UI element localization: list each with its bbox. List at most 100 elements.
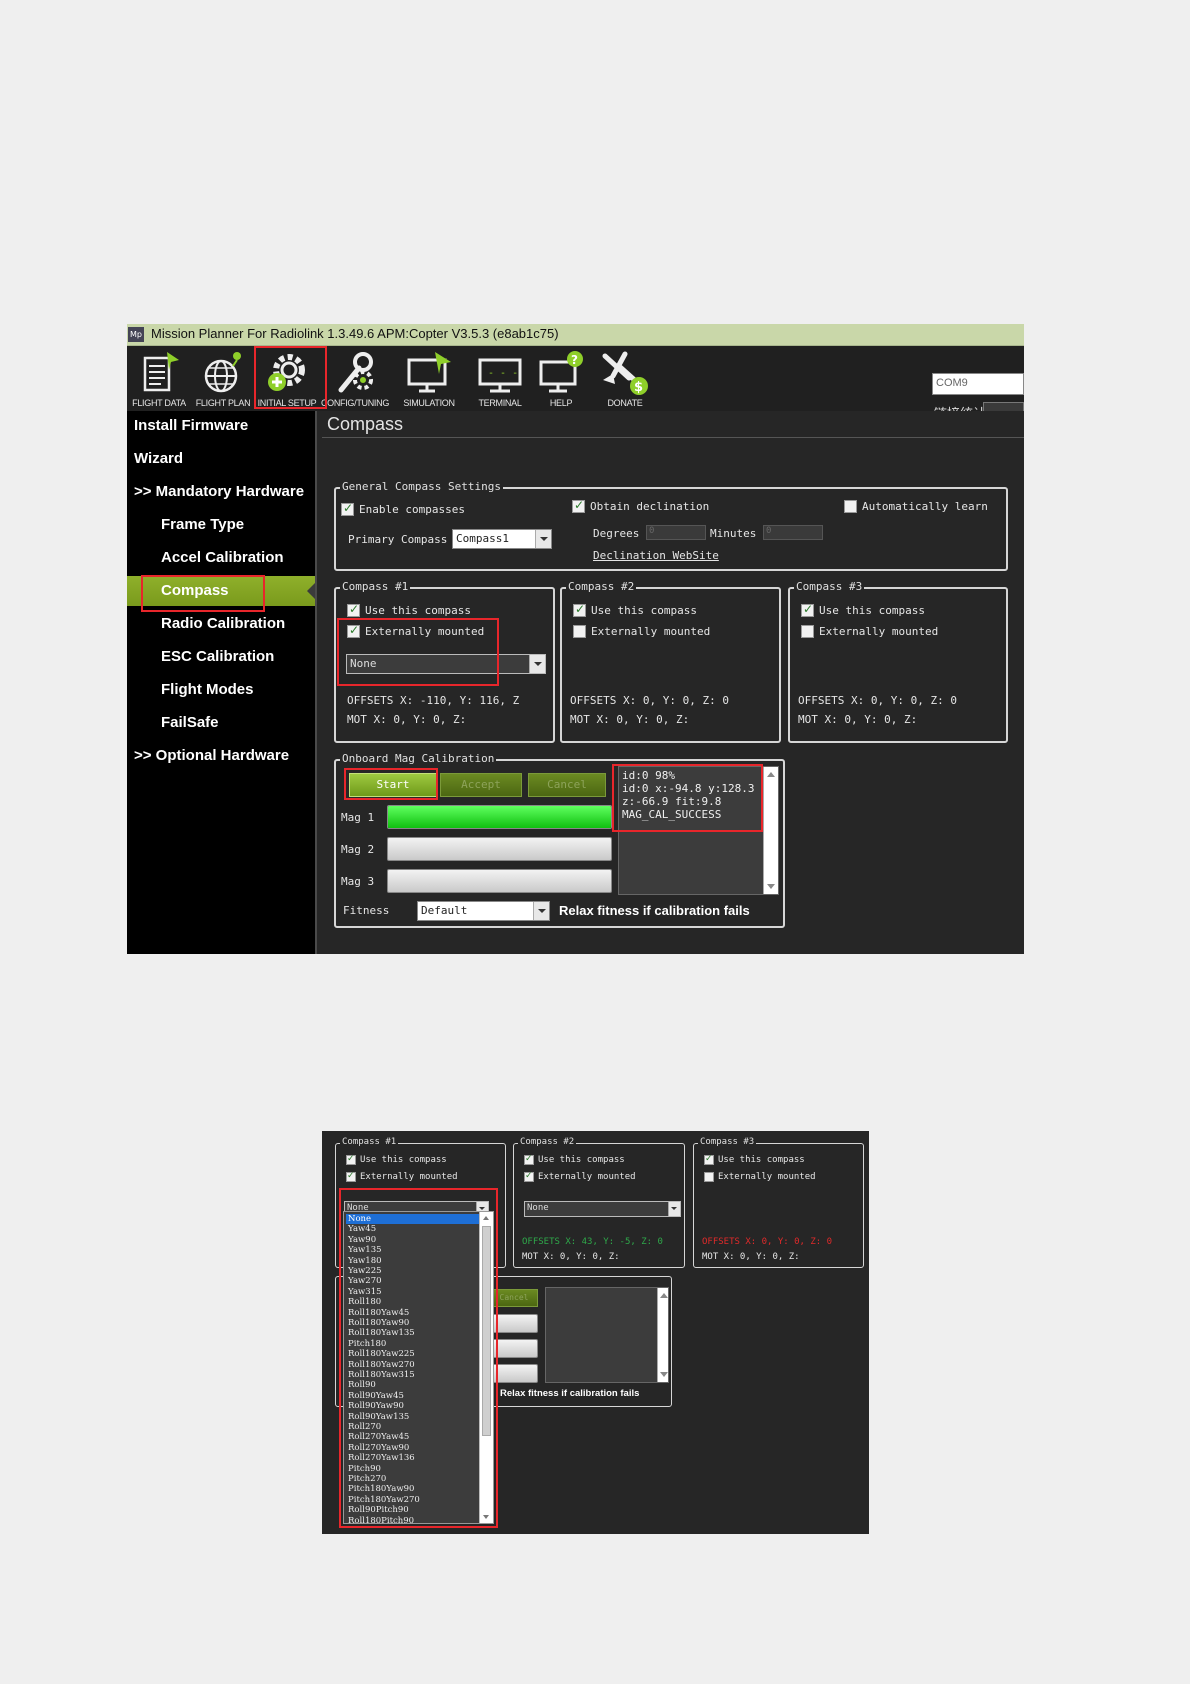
dropdown-option[interactable]: Roll270Yaw45 bbox=[346, 1432, 479, 1442]
fitness-select[interactable]: Default bbox=[417, 901, 550, 921]
sidebar-item-wizard[interactable]: Wizard bbox=[127, 444, 315, 474]
dropdown-option[interactable]: Pitch180 bbox=[346, 1339, 479, 1349]
scroll-up-icon[interactable] bbox=[483, 1216, 489, 1220]
dropdown-option[interactable]: Yaw180 bbox=[346, 1256, 479, 1266]
sidebar-item-compass[interactable]: Compass bbox=[127, 576, 315, 606]
dropdown-option[interactable]: Yaw315 bbox=[346, 1287, 479, 1297]
dropdown-option[interactable]: None bbox=[346, 1214, 479, 1225]
svg-text:?: ? bbox=[571, 353, 578, 367]
dropdown-scrollbar[interactable] bbox=[479, 1212, 493, 1523]
external-compass-1-checkbox[interactable]: Externally mounted bbox=[347, 623, 484, 638]
dropdown-option[interactable]: Roll180Yaw135 bbox=[346, 1328, 479, 1338]
compass-1-group: Compass #1 Use this compass Externally m… bbox=[334, 580, 555, 743]
use-compass-1-checkbox[interactable]: Use this compass bbox=[347, 602, 471, 617]
declination-website-link[interactable]: Declination WebSite bbox=[593, 549, 719, 562]
orientation-dropdown-list[interactable]: None Yaw45 Yaw90 Yaw135 Yaw180 Yaw225 Yaw270 Ya… bbox=[343, 1211, 494, 1524]
dropdown-option[interactable]: Pitch270 bbox=[346, 1474, 479, 1484]
flight-plan-icon bbox=[204, 352, 241, 393]
external-compass-1-checkbox[interactable]: Externally mounted bbox=[346, 1171, 458, 1182]
log-scrollbar[interactable] bbox=[657, 1288, 668, 1382]
toolbar-help[interactable]: ? HELP bbox=[529, 346, 593, 411]
enable-compasses-checkbox[interactable]: Enable compasses bbox=[341, 501, 465, 516]
sidebar-item-accel-calibration[interactable]: Accel Calibration bbox=[127, 543, 315, 573]
scroll-up-icon[interactable] bbox=[660, 1293, 668, 1298]
checkbox-label: Automatically learn bbox=[862, 500, 988, 513]
dropdown-option[interactable]: Yaw45 bbox=[346, 1224, 479, 1234]
log-scrollbar[interactable] bbox=[763, 767, 778, 894]
dropdown-option[interactable]: Roll180Yaw90 bbox=[346, 1318, 479, 1328]
dropdown-option[interactable]: Pitch90 bbox=[346, 1464, 479, 1474]
initial-setup-icon bbox=[268, 354, 305, 391]
scroll-down-icon[interactable] bbox=[660, 1372, 668, 1377]
sidebar-item-failsafe[interactable]: FailSafe bbox=[127, 708, 315, 738]
sidebar-item-frame-type[interactable]: Frame Type bbox=[127, 510, 315, 540]
external-compass-2-checkbox[interactable]: Externally mounted bbox=[573, 625, 710, 638]
use-compass-2-checkbox[interactable]: Use this compass bbox=[573, 602, 697, 617]
cancel-calibration-button[interactable]: Cancel bbox=[490, 1289, 538, 1307]
dropdown-option[interactable]: Roll180Pitch90 bbox=[346, 1516, 479, 1523]
dropdown-option[interactable]: Roll270Yaw136 bbox=[346, 1453, 479, 1463]
dropdown-option[interactable]: Roll90Yaw90 bbox=[346, 1401, 479, 1411]
fitness-label: Fitness bbox=[343, 904, 390, 917]
dropdown-option[interactable]: Roll180 bbox=[346, 1297, 479, 1307]
use-compass-3-checkbox[interactable]: Use this compass bbox=[801, 602, 925, 617]
external-compass-2-checkbox[interactable]: Externally mounted bbox=[524, 1171, 636, 1182]
dropdown-option[interactable]: Yaw135 bbox=[346, 1245, 479, 1255]
select-value: Default bbox=[421, 904, 468, 917]
scroll-down-icon[interactable] bbox=[483, 1515, 489, 1519]
sidebar-item-esc-calibration[interactable]: ESC Calibration bbox=[127, 642, 315, 672]
checkbox-box bbox=[573, 625, 586, 638]
use-compass-2-checkbox[interactable]: Use this compass bbox=[524, 1154, 625, 1165]
checkbox-box bbox=[844, 500, 857, 513]
toolbar-donate[interactable]: $ DONATE bbox=[593, 346, 657, 411]
toolbar-flight-data[interactable]: FLIGHT DATA bbox=[127, 346, 191, 411]
sidebar-item-flight-modes[interactable]: Flight Modes bbox=[127, 675, 315, 705]
toolbar-initial-setup[interactable]: INITIAL SETUP bbox=[255, 346, 319, 411]
scroll-thumb[interactable] bbox=[482, 1226, 491, 1436]
primary-compass-select[interactable]: Compass1 bbox=[452, 529, 552, 549]
degrees-input[interactable]: 0 bbox=[646, 525, 706, 540]
dropdown-option[interactable]: Roll180Yaw270 bbox=[346, 1360, 479, 1370]
minutes-input[interactable]: 0 bbox=[763, 525, 823, 540]
compass-1-orientation-select[interactable]: None bbox=[346, 654, 546, 674]
external-compass-3-checkbox[interactable]: Externally mounted bbox=[704, 1172, 816, 1182]
dropdown-option[interactable]: Pitch180Yaw90 bbox=[346, 1484, 479, 1494]
dropdown-option[interactable]: Roll90Yaw135 bbox=[346, 1412, 479, 1422]
dropdown-option[interactable]: Roll270Yaw90 bbox=[346, 1443, 479, 1453]
obtain-declination-checkbox[interactable]: Obtain declination bbox=[572, 498, 709, 513]
cancel-calibration-button[interactable]: Cancel bbox=[528, 773, 606, 797]
dropdown-option[interactable]: Yaw270 bbox=[346, 1276, 479, 1286]
dropdown-option[interactable]: Roll180Yaw225 bbox=[346, 1349, 479, 1359]
dropdown-option[interactable]: Roll90Pitch90 bbox=[346, 1505, 479, 1515]
sidebar-item-optional-hardware[interactable]: >> Optional Hardware bbox=[127, 741, 315, 771]
com-port-select[interactable]: COM9 bbox=[932, 373, 1024, 395]
dropdown-option[interactable]: Yaw225 bbox=[346, 1266, 479, 1276]
toolbar-flight-plan[interactable]: FLIGHT PLAN bbox=[191, 346, 255, 411]
start-calibration-button[interactable]: Start bbox=[349, 773, 437, 797]
scroll-down-icon[interactable] bbox=[767, 884, 775, 889]
automatically-learn-checkbox[interactable]: Automatically learn bbox=[844, 500, 988, 513]
use-compass-1-checkbox[interactable]: Use this compass bbox=[346, 1154, 447, 1165]
dropdown-option[interactable]: Roll90Yaw45 bbox=[346, 1391, 479, 1401]
dropdown-option[interactable]: Pitch180Yaw270 bbox=[346, 1495, 479, 1505]
checkbox-label: Externally mounted bbox=[718, 1172, 816, 1182]
toolbar-simulation[interactable]: SIMULATION bbox=[397, 346, 461, 411]
sidebar-item-radio-calibration[interactable]: Radio Calibration bbox=[127, 609, 315, 639]
dropdown-option[interactable]: Roll180Yaw45 bbox=[346, 1308, 479, 1318]
calibration-log[interactable]: id:0 98% id:0 x:-94.8 y:128.3 z:-66.9 fi… bbox=[618, 766, 779, 895]
sidebar-item-mandatory-hardware[interactable]: >> Mandatory Hardware bbox=[127, 477, 315, 507]
flight-data-icon bbox=[143, 352, 179, 392]
toolbar-label: DONATE bbox=[607, 398, 643, 408]
dropdown-option[interactable]: Yaw90 bbox=[346, 1235, 479, 1245]
external-compass-3-checkbox[interactable]: Externally mounted bbox=[801, 625, 938, 638]
toolbar-config-tuning[interactable]: CONFIG/TUNING bbox=[321, 346, 389, 411]
scroll-up-icon[interactable] bbox=[767, 772, 775, 777]
use-compass-3-checkbox[interactable]: Use this compass bbox=[704, 1154, 805, 1165]
calibration-log[interactable] bbox=[545, 1287, 669, 1383]
accept-calibration-button[interactable]: Accept bbox=[440, 773, 522, 797]
compass-2-orientation-select[interactable]: None bbox=[524, 1201, 681, 1217]
sidebar-item-install-firmware[interactable]: Install Firmware bbox=[127, 411, 315, 441]
dropdown-option[interactable]: Roll180Yaw315 bbox=[346, 1370, 479, 1380]
dropdown-option[interactable]: Roll90 bbox=[346, 1380, 479, 1390]
dropdown-option[interactable]: Roll270 bbox=[346, 1422, 479, 1432]
